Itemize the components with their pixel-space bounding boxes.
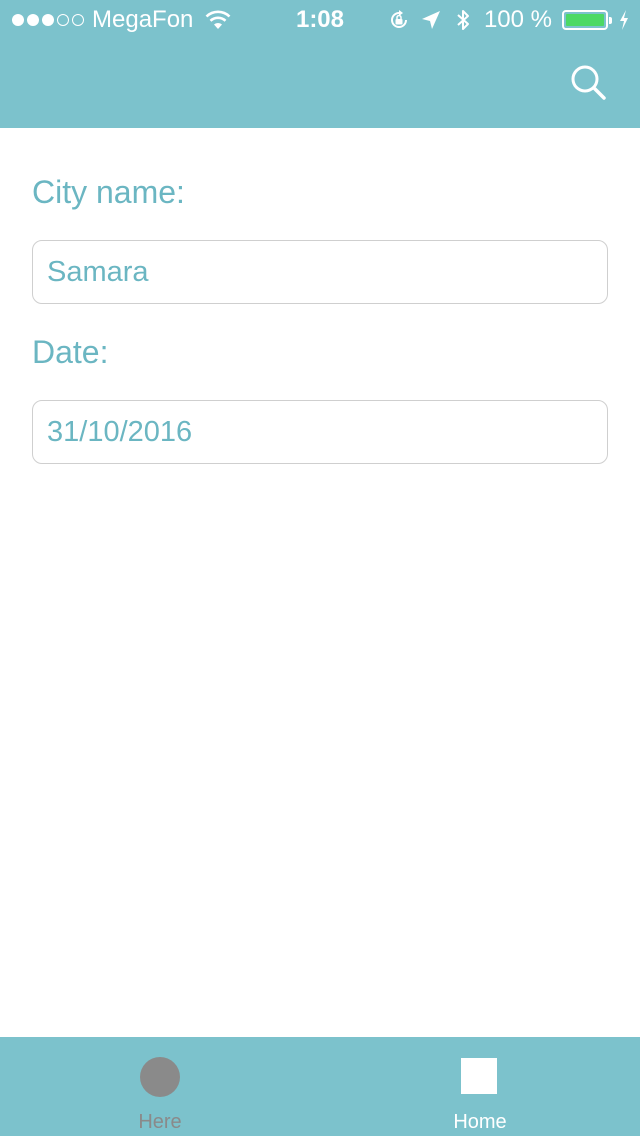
date-label: Date: — [32, 334, 109, 370]
circle-icon — [140, 1057, 180, 1097]
date-input[interactable] — [47, 415, 593, 449]
city-name-input[interactable] — [47, 255, 593, 289]
battery-nub — [609, 17, 612, 24]
tab-home-label: Home — [453, 1111, 507, 1133]
tab-bar: Here Home — [0, 1037, 640, 1136]
city-name-label: City name: — [32, 174, 185, 210]
status-right: 100 % — [388, 7, 630, 33]
tab-here[interactable]: Here — [0, 1037, 320, 1136]
bluetooth-icon — [457, 10, 469, 30]
rotation-lock-icon — [390, 10, 407, 28]
tab-here-label: Here — [138, 1111, 182, 1133]
app-screen: MegaFon 1:08 100 % City name: Samara Dat… — [0, 0, 640, 1136]
charging-bolt-icon — [620, 10, 628, 30]
location-arrow-icon — [421, 11, 440, 29]
battery-percent: 100 % — [483, 6, 552, 33]
top-bar: MegaFon 1:08 100 % — [0, 0, 640, 128]
battery-fill — [566, 14, 604, 26]
search-icon[interactable] — [568, 62, 608, 102]
city-name-field[interactable] — [32, 240, 608, 304]
square-icon — [461, 1058, 497, 1094]
date-field[interactable] — [32, 400, 608, 464]
tab-home[interactable]: Home — [320, 1037, 640, 1136]
battery-icon — [562, 10, 612, 30]
status-bar: MegaFon 1:08 100 % — [0, 0, 640, 40]
